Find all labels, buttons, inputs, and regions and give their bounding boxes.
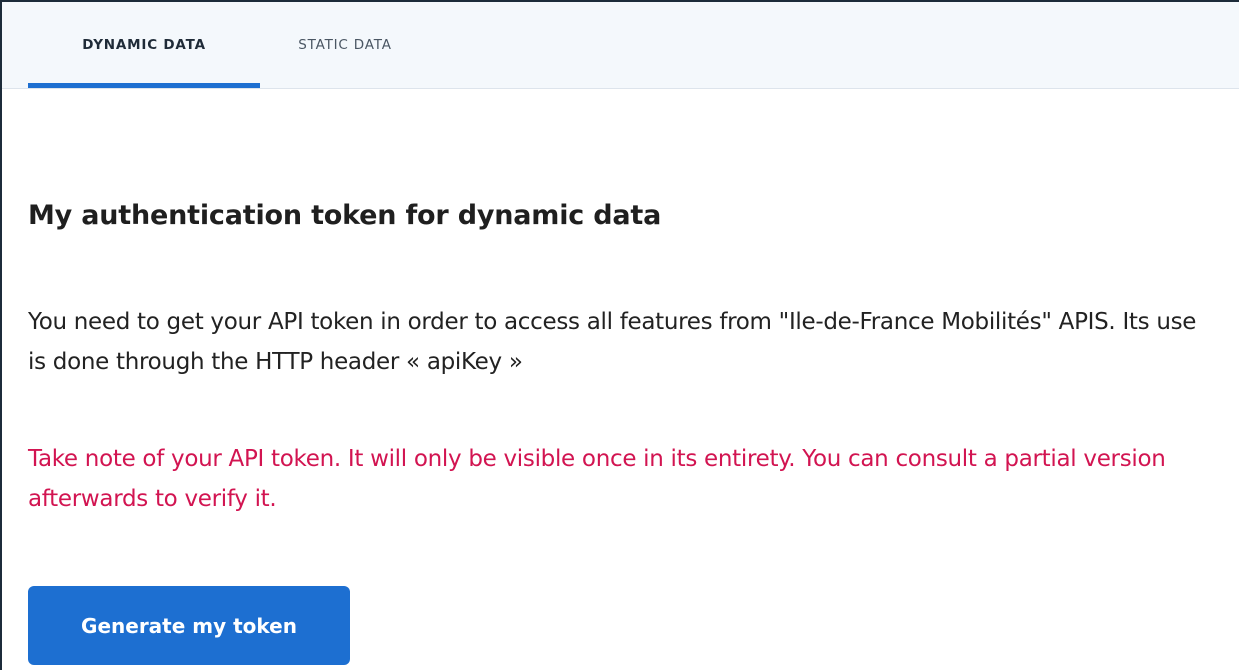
tab-static-data[interactable]: STATIC DATA: [260, 2, 430, 88]
page-title: My authentication token for dynamic data: [28, 200, 662, 231]
active-tab-indicator: [28, 83, 260, 88]
page-frame: DYNAMIC DATA STATIC DATA My authenticati…: [0, 0, 1239, 670]
tab-dynamic-data[interactable]: DYNAMIC DATA: [28, 2, 260, 88]
description-text: You need to get your API token in order …: [28, 309, 1197, 375]
generate-token-button[interactable]: Generate my token: [28, 586, 350, 665]
tab-bar: DYNAMIC DATA STATIC DATA: [2, 2, 1239, 89]
warning-text: Take note of your API token. It will onl…: [28, 446, 1166, 512]
